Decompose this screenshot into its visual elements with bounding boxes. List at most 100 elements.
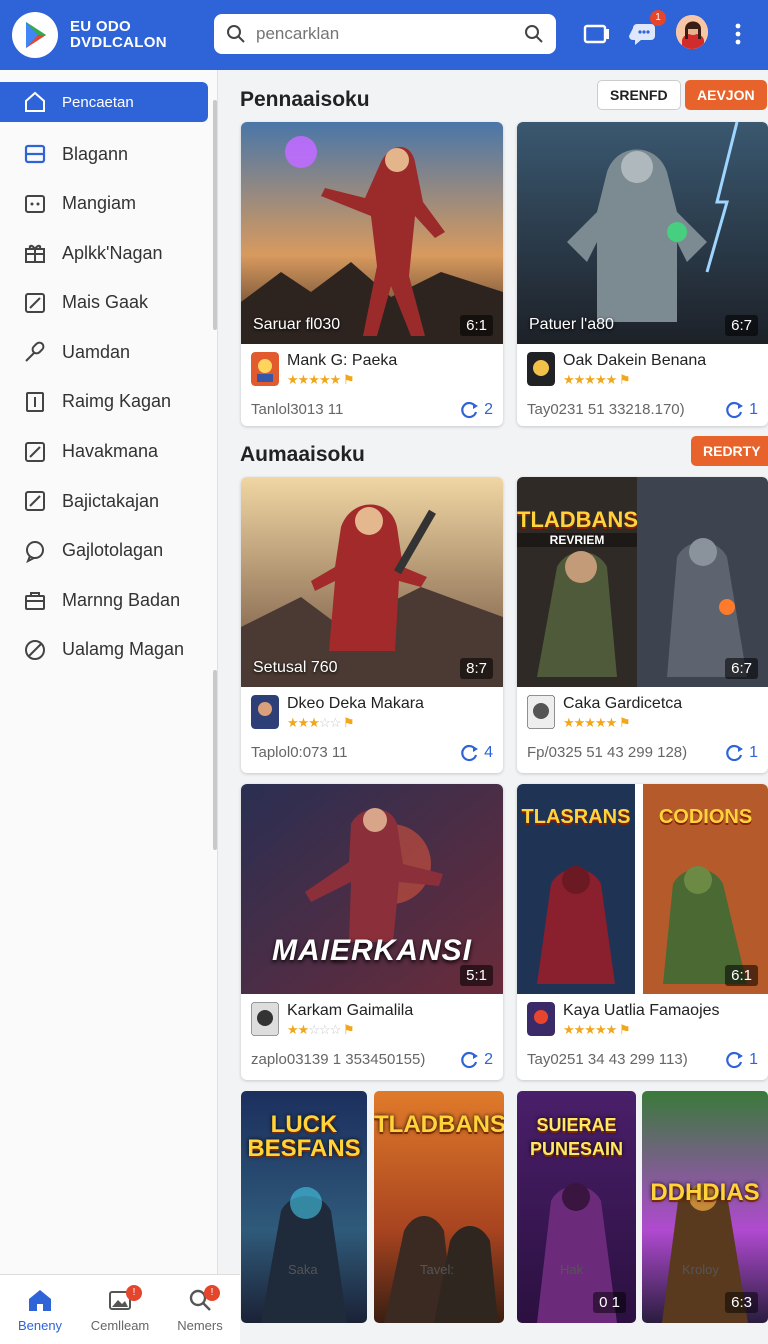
sync-count-value: 1 [749, 401, 758, 418]
sidebar-item-1[interactable]: Blagann [0, 130, 217, 178]
game-meta: Caka Gardicetca ★★★★★ ⚑ Fp/0325 51 43 29… [517, 687, 768, 769]
sidebar-item-label: Mais Gaak [62, 292, 149, 313]
game-icon [251, 1002, 279, 1036]
sidebar-item-3[interactable]: Aplkk'Nagan [0, 229, 217, 277]
poster-title: TLADBANS [374, 1111, 504, 1138]
user-avatar[interactable] [676, 15, 708, 49]
home-icon [29, 1290, 51, 1311]
game-card[interactable]: MAIERKANSI 5:1 Karkam Gaimalila ★★☆☆☆ ⚑ … [241, 784, 503, 1080]
gift-icon [25, 245, 45, 264]
poster-card[interactable]: TLADBANS [374, 1091, 504, 1323]
bottom-nav-label: Nemers [177, 1318, 223, 1333]
chip-action-button[interactable]: AEVJON [685, 80, 767, 110]
game-card[interactable]: TLASRANS CODIONS 6:1 Kaya Uatlia Famaoje… [517, 784, 768, 1080]
refresh-icon [461, 1051, 479, 1069]
poster-tag: 6:3 [725, 1292, 758, 1313]
sidebar-item-4[interactable]: Mais Gaak [0, 279, 217, 327]
box-icon [25, 194, 45, 213]
poster-card[interactable]: LUCK BESFANS [241, 1091, 367, 1323]
bottom-nav-home[interactable]: Beneny [0, 1275, 80, 1344]
block-icon [25, 639, 45, 660]
sidebar-item-10[interactable]: Marnng Badan [0, 576, 217, 624]
game-name: Caka Gardicetca [563, 695, 683, 712]
poster-card[interactable]: SUIERAE PUNESAIN 0 1 [517, 1091, 636, 1323]
sidebar-item-9[interactable]: Gajlotolagan [0, 527, 217, 575]
sync-count[interactable]: 1 [725, 743, 758, 763]
sidebar: Pencaetan Blagann Mangiam Aplkk'Nagan Ma… [0, 70, 218, 1274]
sync-count-value: 4 [484, 744, 493, 761]
bottom-nav-gallery[interactable]: ! Cemlleam [80, 1275, 160, 1344]
sidebar-item-2[interactable]: Mangiam [0, 180, 217, 228]
search-input[interactable] [256, 24, 524, 44]
game-subtext: Tay0231 51 33218.170) [527, 401, 685, 418]
chip-filter-button[interactable]: SRENFD [597, 80, 681, 110]
bag-icon [25, 592, 45, 611]
game-card[interactable]: Setusal 760 8:7 Dkeo Deka Makara ★★★☆☆ ⚑… [241, 477, 503, 773]
poster-title: SUIERAE PUNESAIN [529, 1115, 623, 1159]
art-tag: 6:7 [725, 658, 758, 679]
poster-card[interactable]: DDHDIAS 6:3 [642, 1091, 768, 1323]
link-icon [25, 341, 45, 363]
rating-stars: ★★★★★ ⚑ [563, 1022, 631, 1037]
sync-count[interactable]: 2 [460, 1050, 493, 1070]
game-meta: Karkam Gaimalila ★★☆☆☆ ⚑ zaplo03139 1 35… [241, 994, 503, 1076]
sidebar-item-0[interactable]: Pencaetan [0, 82, 208, 122]
art-title: TLASRANS [521, 806, 631, 828]
sidebar-scrollbar-lower[interactable] [213, 670, 217, 850]
search-bar[interactable] [214, 14, 556, 54]
sidebar-item-5[interactable]: Uamdan [0, 328, 217, 376]
game-icon [251, 352, 279, 386]
sidebar-item-label: Bajictakajan [62, 490, 160, 511]
game-card[interactable]: Patuer l'a80 6:7 Oak Dakein Benana ★★★★★… [517, 122, 768, 426]
chip-retry-button[interactable]: REDRTY [691, 436, 768, 466]
brand-line-1: EU ODO [70, 18, 131, 35]
gallery-badge: ! [126, 1285, 142, 1301]
game-card[interactable]: Saruar fl030 6:1 Mank G: Paeka ★★★★★ ⚑ T… [241, 122, 503, 426]
game-card[interactable]: TLADBANS REVRIEM 6:7 Caka Gardicetca ★★★… [517, 477, 768, 773]
more-vert-icon[interactable] [722, 18, 754, 50]
sync-count[interactable]: 4 [460, 743, 493, 763]
refresh-icon [461, 401, 479, 419]
game-name: Karkam Gaimalila [287, 1002, 414, 1019]
search-icon [227, 25, 245, 43]
sync-count[interactable]: 2 [460, 400, 493, 420]
sidebar-item-11[interactable]: Ualamg Magan [0, 626, 217, 674]
rating-stars: ★★★★★ ⚑ [563, 715, 631, 730]
poster-label: Hak [560, 1262, 584, 1277]
sync-count[interactable]: 1 [725, 400, 758, 420]
rating-stars: ★★★★★ ⚑ [287, 372, 355, 387]
top-app-bar: EU ODO DVDLCALON 1 [0, 0, 768, 70]
sidebar-item-6[interactable]: Raimg Kagan [0, 378, 217, 426]
game-art[interactable]: Setusal 760 8:7 [241, 477, 503, 687]
sidebar-item-label: Pencaetan [62, 93, 134, 111]
art-title: TLADBANS [517, 507, 638, 532]
cast-icon[interactable] [580, 18, 612, 50]
game-art[interactable]: TLASRANS CODIONS 6:1 [517, 784, 768, 994]
sidebar-item-8[interactable]: Bajictakajan [0, 477, 217, 525]
game-art[interactable]: TLADBANS REVRIEM 6:7 [517, 477, 768, 687]
game-art[interactable]: Saruar fl030 6:1 [241, 122, 503, 344]
game-subtext: Tay0251 34 43 299 113) [527, 1051, 688, 1068]
sync-count-value: 1 [749, 744, 758, 761]
sidebar-scrollbar[interactable] [213, 100, 217, 330]
sidebar-item-label: Gajlotolagan [62, 540, 164, 561]
game-subtext: Fp/0325 51 43 299 128) [527, 744, 688, 761]
game-art[interactable]: Patuer l'a80 6:7 [517, 122, 768, 344]
art-caption: Setusal 760 [253, 659, 338, 676]
app-logo-icon[interactable] [12, 12, 58, 58]
edit-icon [25, 491, 45, 512]
bars-icon [26, 391, 44, 412]
sync-count[interactable]: 1 [725, 1050, 758, 1070]
game-subtext: zaplo03139 1 353450155) [251, 1051, 426, 1068]
notifications-icon[interactable]: 1 [628, 10, 666, 50]
game-art[interactable]: MAIERKANSI 5:1 [241, 784, 503, 994]
game-meta: Mank G: Paeka ★★★★★ ⚑ Tanlol3013 11 2 [241, 344, 503, 426]
game-meta: Oak Dakein Benana ★★★★★ ⚑ Tay0231 51 332… [517, 344, 768, 426]
poster-title: LUCK BESFANS [247, 1111, 361, 1162]
art-tag: 5:1 [460, 965, 493, 986]
game-icon [527, 352, 555, 386]
game-name: Kaya Uatlia Famaojes [563, 1002, 720, 1019]
sidebar-item-7[interactable]: Havakmana [0, 428, 217, 476]
refresh-icon [726, 1051, 744, 1069]
search-submit-icon[interactable] [524, 24, 544, 44]
